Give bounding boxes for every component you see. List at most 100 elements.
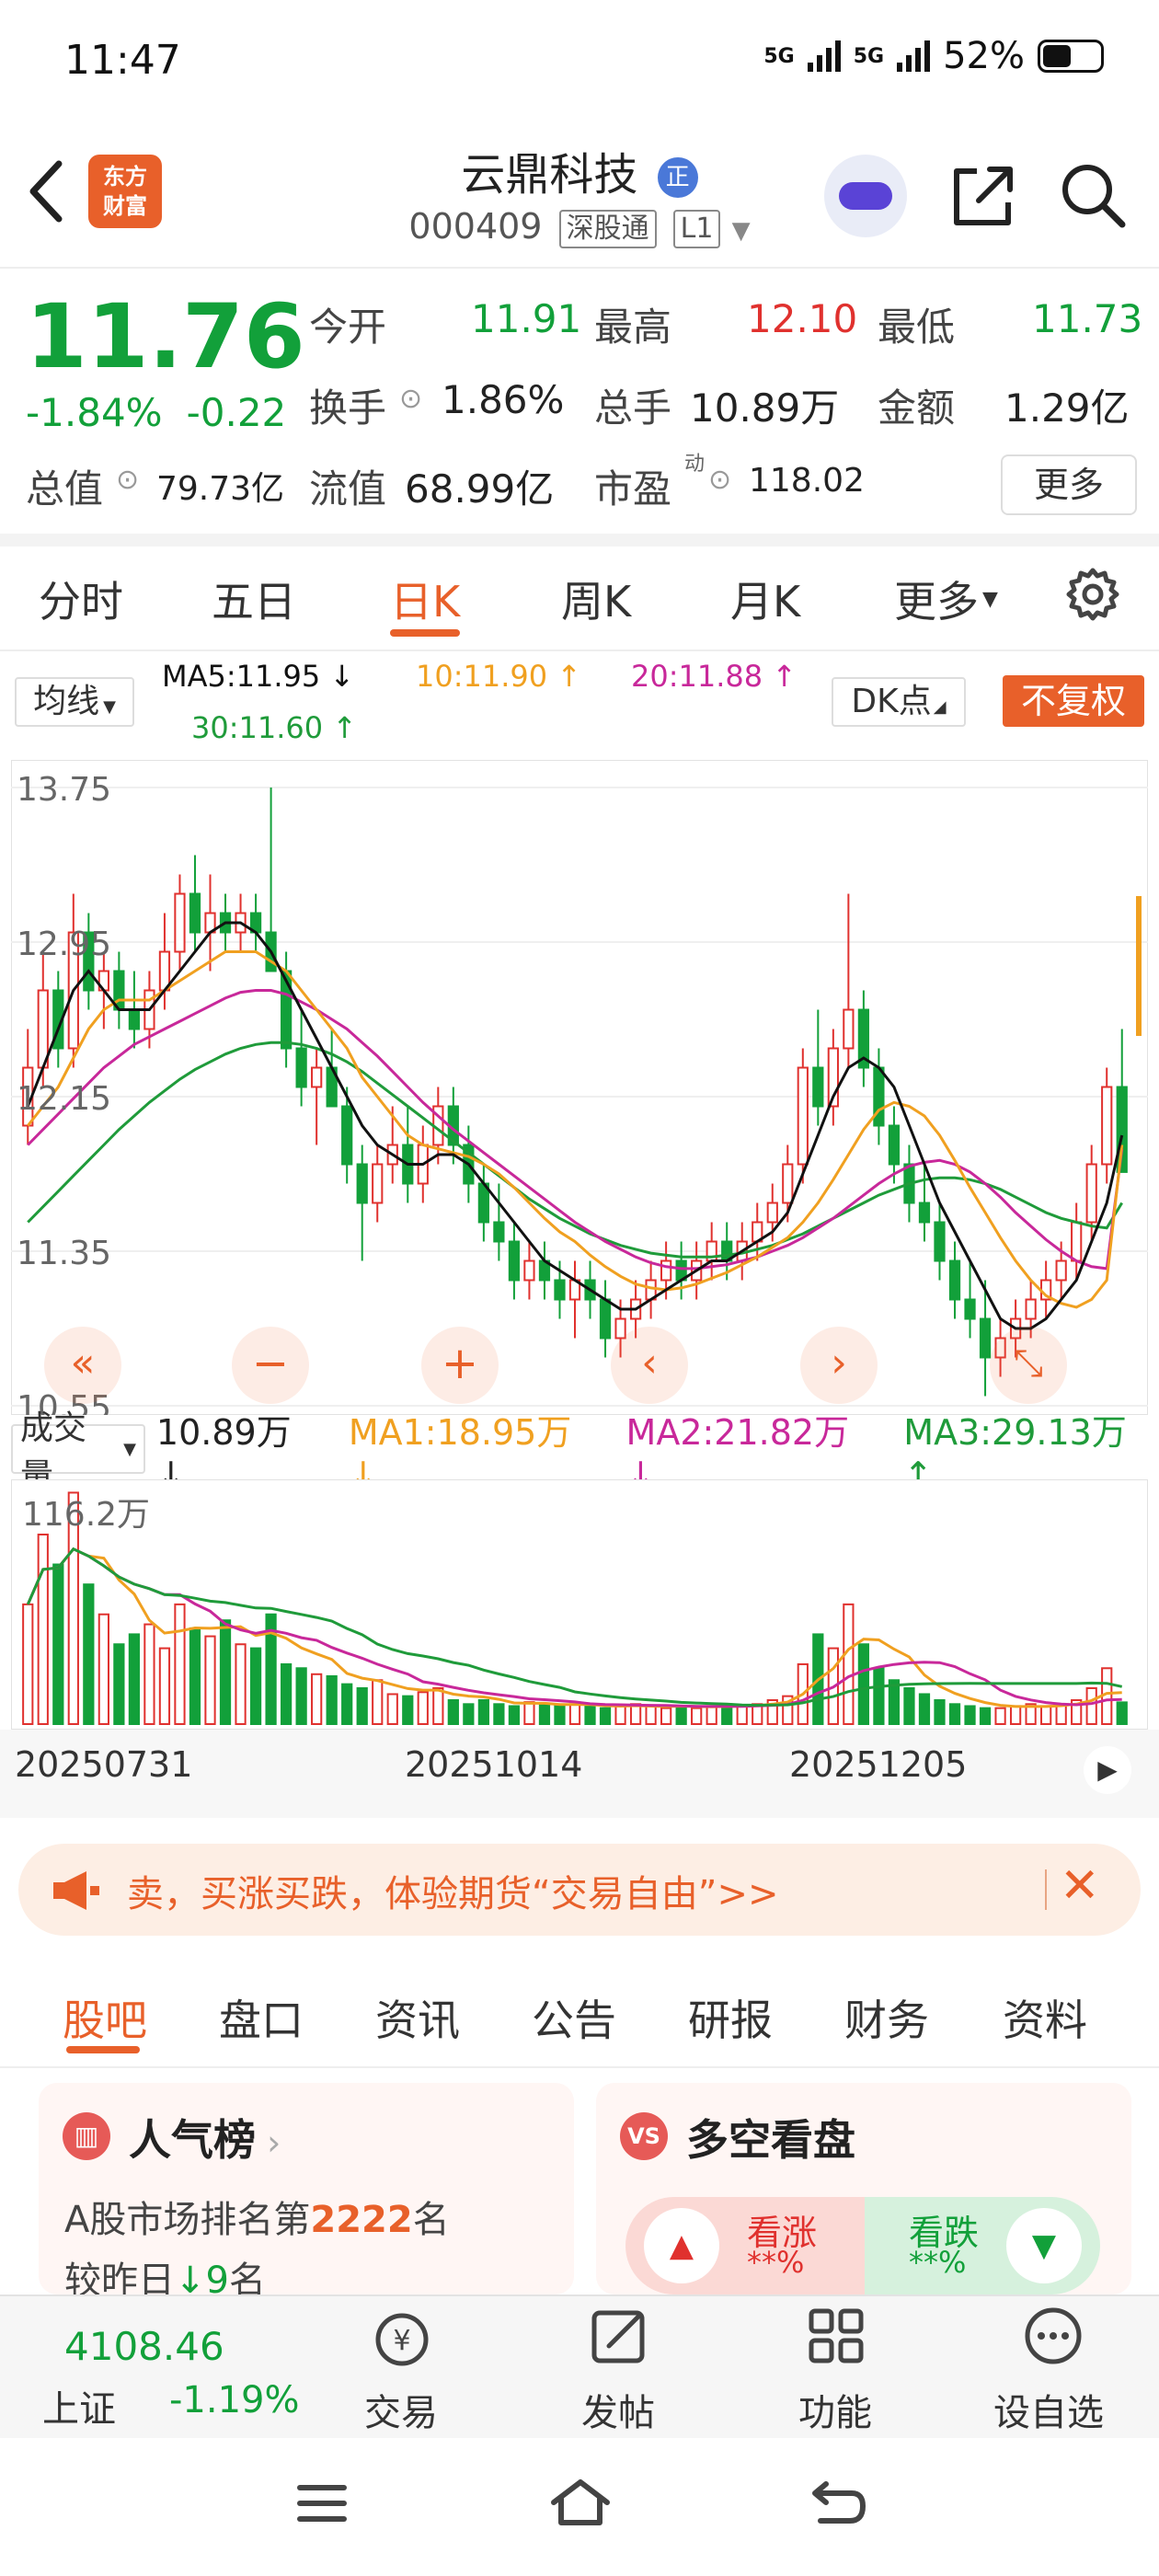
index-value[interactable]: 4108.46 (64, 2324, 224, 2369)
info-icon[interactable]: ⊙ (399, 383, 422, 415)
double-left-icon[interactable]: « (44, 1327, 121, 1404)
func-label[interactable]: 功能 (798, 2383, 872, 2436)
svg-text:¥: ¥ (393, 2325, 410, 2357)
home-icon[interactable] (548, 2475, 613, 2530)
tab-more-label: 更多 (894, 577, 979, 627)
divider (0, 2066, 1159, 2068)
low-label: 最低 (878, 305, 956, 350)
candle-body (189, 892, 201, 934)
tab-finance[interactable]: 财务 (844, 1987, 929, 2048)
candle-body (948, 1259, 961, 1301)
float-value: 68.99亿 (405, 466, 555, 512)
volume-bar (873, 1667, 885, 1726)
candle-body (1055, 1259, 1067, 1282)
fullscreen-icon[interactable]: ⤡ (990, 1327, 1067, 1404)
volume-bar (311, 1673, 323, 1725)
ma20-label: 20:11.88 ↑ (631, 659, 798, 694)
ma-selector[interactable]: 均线 ▼ (15, 677, 134, 727)
volume-bar (463, 1703, 475, 1725)
candle-body (782, 1163, 794, 1204)
watchlist-label[interactable]: 设自选 (993, 2383, 1104, 2436)
tab-five-day[interactable]: 五日 (212, 569, 296, 629)
right-icon[interactable]: › (800, 1327, 878, 1404)
candle-body (797, 1066, 809, 1166)
tab-profile[interactable]: 资料 (1003, 1987, 1087, 2048)
gear-icon[interactable] (1063, 565, 1122, 624)
dk-point-button[interactable]: DK点 ◢ (832, 677, 966, 727)
volume-bar (372, 1679, 384, 1725)
info-icon[interactable]: ⊙ (708, 464, 731, 496)
assistant-robot-icon[interactable] (824, 155, 907, 237)
candlestick-chart[interactable]: 13.7512.9512.1511.3510.55 (11, 760, 1148, 1415)
volume-bar (706, 1705, 717, 1726)
menu-icon[interactable] (294, 2480, 350, 2526)
more-button[interactable]: 更多 (1001, 454, 1137, 515)
high-label: 最高 (594, 305, 672, 350)
tab-more[interactable]: 更多 ▼ (894, 569, 998, 629)
volume-bar (948, 1703, 961, 1725)
divider (0, 650, 1159, 651)
volume-bar (1085, 1686, 1097, 1725)
mktcap-value: 79.73亿 (156, 470, 285, 508)
tab-monthly-k[interactable]: 月K (730, 569, 800, 629)
search-icon[interactable] (1058, 160, 1128, 230)
volume-bar (113, 1643, 125, 1725)
last-price: 11.76 (26, 285, 305, 388)
index-percent[interactable]: -1.19% (169, 2379, 300, 2421)
amount-label: 金额 (878, 385, 956, 431)
post-icon[interactable] (587, 2304, 651, 2368)
trade-label[interactable]: 交易 (364, 2383, 438, 2436)
candle-body (341, 1105, 353, 1166)
close-icon[interactable]: ✕ (1060, 1858, 1100, 1914)
trade-icon[interactable]: ¥ (370, 2307, 434, 2372)
adjust-button[interactable]: 不复权 (1003, 675, 1144, 727)
volume-bar (295, 1667, 307, 1726)
ma10-label: 10:11.90 ↑ (416, 659, 582, 694)
share-icon[interactable] (949, 162, 1017, 230)
zoom-in-icon[interactable]: + (421, 1327, 499, 1404)
post-label[interactable]: 发帖 (581, 2383, 655, 2436)
apps-grid-icon[interactable] (804, 2304, 868, 2368)
play-icon[interactable]: ▶ (1084, 1746, 1131, 1794)
volume-selector[interactable]: 成交量 ▼ (11, 1409, 145, 1495)
volume-bar (219, 1619, 232, 1725)
info-icon[interactable]: ⊙ (116, 464, 139, 496)
back-nav-icon[interactable] (808, 2475, 868, 2530)
candle-body (508, 1240, 521, 1282)
tab-weekly-k[interactable]: 周K (561, 569, 631, 629)
tab-guba[interactable]: 股吧 (63, 1987, 147, 2048)
candle-body (873, 1066, 885, 1127)
tab-research[interactable]: 研报 (688, 1987, 773, 2048)
volume-legend: 成交量 ▼ 10.89万 ↓ MA1:18.95万 ↓ MA2:21.82万 ↓ … (11, 1409, 1159, 1495)
candle-body (766, 1202, 778, 1224)
tab-intraday[interactable]: 分时 (39, 569, 123, 629)
vs-icon: VS (620, 2112, 668, 2160)
float-label: 流值 (309, 466, 387, 512)
pe-value: 118.02 (749, 462, 865, 500)
candle-body (888, 1124, 901, 1166)
volume-bar (22, 1603, 34, 1725)
turnover-value: 1.86% (442, 377, 565, 422)
left-icon[interactable]: ‹ (611, 1327, 688, 1404)
volume-bar (432, 1686, 444, 1725)
tab-news[interactable]: 资讯 (375, 1987, 460, 2048)
y-tick-label: 11.35 (17, 1235, 111, 1272)
volume-bar (568, 1703, 581, 1725)
candle-body (599, 1298, 612, 1340)
mktcap-label: 总值 (26, 466, 104, 512)
date-label-2: 20251014 (405, 1744, 583, 1785)
index-name[interactable]: 上证 (42, 2379, 116, 2432)
volume-bar (249, 1647, 262, 1725)
y-tick-label: 12.95 (17, 926, 111, 963)
dropdown-icon[interactable]: ▼ (732, 217, 751, 245)
zoom-out-icon[interactable]: − (232, 1327, 309, 1404)
tab-announcements[interactable]: 公告 (532, 1987, 616, 2048)
ma5-label: MA5:11.95 ↓ (162, 659, 355, 694)
tab-daily-k[interactable]: 日K (390, 569, 460, 629)
candle-body (1025, 1298, 1037, 1320)
tab-pankou[interactable]: 盘口 (219, 1987, 304, 2048)
volume-chart[interactable]: 116.2万 (11, 1479, 1148, 1730)
pe-label: 市盈 (594, 466, 672, 512)
more-dots-icon[interactable] (1021, 2304, 1085, 2368)
banner-text[interactable]: 卖，买涨买跌，体验期货“交易自由”>> (127, 1864, 778, 1917)
